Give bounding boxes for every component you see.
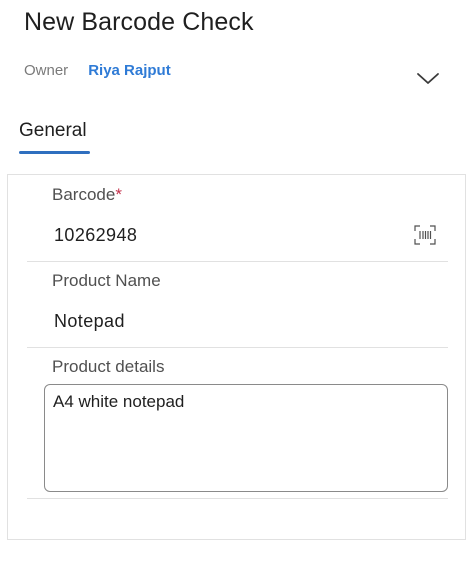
barcode-scan-icon[interactable]: [414, 225, 436, 245]
product-name-input[interactable]: Notepad: [54, 311, 125, 332]
barcode-input[interactable]: 10262948: [54, 225, 137, 246]
page-title: New Barcode Check: [24, 8, 254, 36]
barcode-label: Barcode*: [52, 185, 122, 205]
tab-general[interactable]: General: [19, 120, 87, 142]
owner-label: Owner: [24, 62, 69, 79]
divider: [27, 498, 448, 499]
chevron-down-icon[interactable]: [415, 68, 441, 88]
tab-selected-indicator: [19, 151, 90, 154]
barcode-label-text: Barcode: [52, 185, 116, 204]
divider: [27, 347, 448, 348]
divider: [27, 261, 448, 262]
product-name-label: Product Name: [52, 271, 161, 290]
required-indicator: *: [115, 185, 122, 204]
product-details-label: Product details: [52, 357, 165, 376]
owner-link[interactable]: Riya Rajput: [88, 62, 171, 79]
owner-row: Owner Riya Rajput: [24, 62, 171, 79]
product-details-textarea[interactable]: A4 white notepad: [44, 384, 448, 492]
